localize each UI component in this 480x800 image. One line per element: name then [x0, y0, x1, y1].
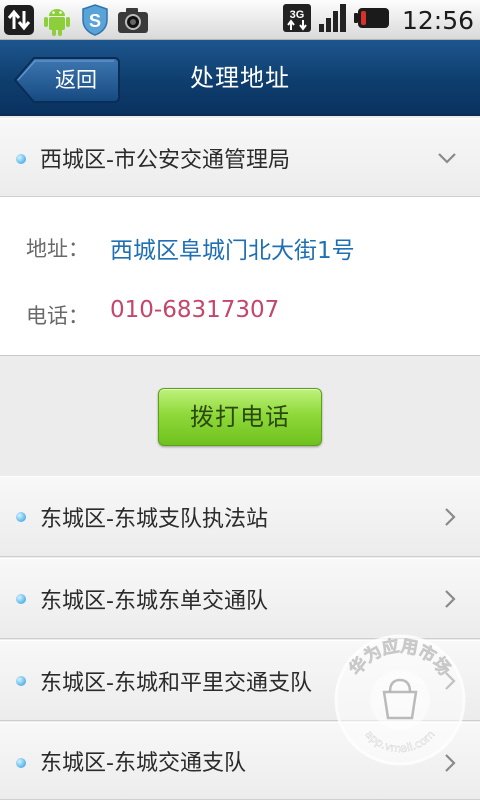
title-bar: 返回 处理地址 [0, 40, 480, 116]
system-status: 3G 12:56 [282, 2, 474, 38]
notification-icons: S [2, 2, 150, 38]
s-shield-icon: S [78, 2, 112, 38]
phone-value[interactable]: 010-68317307 [110, 297, 279, 323]
battery-icon [353, 7, 390, 33]
watermark-logo: 华为应用市场 app.vmall.com [332, 632, 468, 768]
signal-strength-icon [318, 2, 348, 38]
sync-arrows-icon [2, 2, 36, 38]
status-bar: S 3G 12:56 [0, 0, 480, 40]
phone-label: 电话： [26, 304, 89, 328]
list-item-expanded[interactable]: 西城区-市公安交通管理局 [0, 118, 480, 197]
bullet-icon [16, 154, 26, 164]
bullet-icon [16, 758, 26, 768]
clock: 12:56 [401, 5, 474, 35]
chevron-right-icon [442, 588, 458, 614]
bullet-icon [16, 594, 26, 604]
list-item-label: 东城区-东城和平里交通支队 [40, 670, 312, 696]
svg-text:3G: 3G [290, 9, 305, 21]
bullet-icon [16, 512, 26, 522]
svg-text:S: S [89, 11, 101, 31]
3g-signal-icon: 3G [282, 2, 312, 38]
chevron-right-icon [442, 506, 458, 532]
chevron-down-icon [436, 147, 458, 173]
detail-panel: 地址： 西城区阜城门北大街1号 电话： 010-68317307 [0, 197, 480, 356]
list-item-label: 东城区-东城东单交通队 [40, 588, 268, 614]
list-item[interactable]: 东城区-东城支队执法站 [0, 476, 480, 557]
bullet-icon [16, 676, 26, 686]
android-robot-icon [40, 2, 74, 38]
page-title: 处理地址 [190, 64, 290, 92]
list-item-label: 东城区-东城支队执法站 [40, 506, 268, 532]
address-label: 地址： [26, 237, 89, 261]
address-value: 西城区阜城门北大街1号 [110, 238, 355, 264]
list-item[interactable]: 东城区-东城东单交通队 [0, 558, 480, 639]
call-button[interactable]: 拨打电话 [158, 388, 322, 446]
list-item-label: 东城区-东城交通支队 [40, 751, 246, 776]
camera-icon [116, 2, 150, 38]
list-item-label: 西城区-市公安交通管理局 [40, 147, 290, 173]
call-area: 拨打电话 [0, 357, 480, 475]
